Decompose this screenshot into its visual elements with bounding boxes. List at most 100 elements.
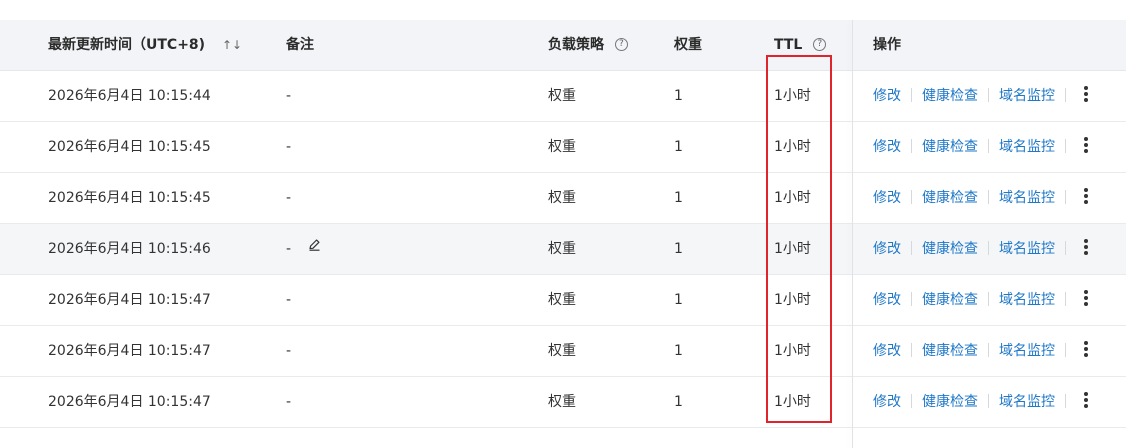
table-row: 2026年6月4日 10:15:47 - 权重 1 1小时 修改 健康检查 域名监控 [0,326,1126,377]
cell-note: - [286,292,292,308]
help-circle-icon[interactable]: ? [614,37,628,51]
cell-operations: 修改 健康检查 域名监控 [873,224,1088,274]
header-ttl-label: TTL [774,37,803,53]
header-operations: 操作 [873,37,901,53]
edit-link[interactable]: 修改 [873,190,901,206]
health-check-link[interactable]: 健康检查 [922,139,978,155]
health-check-link[interactable]: 健康检查 [922,292,978,308]
separator [1065,88,1066,102]
cell-note: - [286,190,292,206]
cell-update-time: 2026年6月4日 10:15:44 [48,88,211,104]
separator [1065,343,1066,357]
cell-weight: 1 [674,343,683,359]
cell-update-time: 2026年6月4日 10:15:45 [48,190,211,206]
cell-operations: 修改 健康检查 域名监控 [873,173,1088,223]
cell-ttl: 1小时 [774,190,811,206]
cell-operations: 修改 健康检查 域名监控 [873,122,1088,172]
cell-load-policy: 权重 [548,343,576,359]
pencil-icon[interactable] [308,222,321,272]
more-vertical-icon[interactable] [1084,239,1088,255]
edit-link[interactable]: 修改 [873,88,901,104]
table-row: 2026年6月4日 10:15:47 - 权重 1 1小时 修改 健康检查 域名监控 [0,275,1126,326]
separator [988,343,989,357]
cell-note: - [286,88,292,104]
separator [988,190,989,204]
domain-monitor-link[interactable]: 域名监控 [999,292,1055,308]
separator [911,394,912,408]
separator [911,190,912,204]
separator [911,88,912,102]
domain-monitor-link[interactable]: 域名监控 [999,343,1055,359]
separator [988,88,989,102]
cell-load-policy: 权重 [548,190,576,206]
cell-weight: 1 [674,292,683,308]
records-table: 最新更新时间（UTC+8) ↑↓ 备注 负载策略 ? 权重 TTL ? 操作 2… [0,20,1126,428]
health-check-link[interactable]: 健康检查 [922,241,978,257]
cell-ttl: 1小时 [774,139,811,155]
table-header: 最新更新时间（UTC+8) ↑↓ 备注 负载策略 ? 权重 TTL ? 操作 [0,20,1126,71]
cell-ttl: 1小时 [774,241,811,257]
more-vertical-icon[interactable] [1084,290,1088,306]
more-vertical-icon[interactable] [1084,188,1088,204]
cell-update-time: 2026年6月4日 10:15:46 [48,241,211,257]
cell-weight: 1 [674,241,683,257]
cell-load-policy: 权重 [548,292,576,308]
separator [988,241,989,255]
domain-monitor-link[interactable]: 域名监控 [999,88,1055,104]
domain-monitor-link[interactable]: 域名监控 [999,394,1055,410]
domain-monitor-link[interactable]: 域名监控 [999,190,1055,206]
sort-icon[interactable]: ↑↓ [222,38,242,52]
cell-load-policy: 权重 [548,241,576,257]
edit-link[interactable]: 修改 [873,241,901,257]
cell-update-time: 2026年6月4日 10:15:47 [48,343,211,359]
separator [988,394,989,408]
edit-link[interactable]: 修改 [873,394,901,410]
table-row: 2026年6月4日 10:15:44 - 权重 1 1小时 修改 健康检查 域名监控 [0,71,1126,122]
header-ttl: TTL ? [774,20,827,70]
more-vertical-icon[interactable] [1084,86,1088,102]
table-row: 2026年6月4日 10:15:47 - 权重 1 1小时 修改 健康检查 域名监控 [0,377,1126,428]
cell-note: - [286,343,292,359]
separator [988,139,989,153]
separator [911,139,912,153]
separator [988,292,989,306]
cell-update-time: 2026年6月4日 10:15:47 [48,394,211,410]
cell-update-time: 2026年6月4日 10:15:47 [48,292,211,308]
dns-records-table-page: 最新更新时间（UTC+8) ↑↓ 备注 负载策略 ? 权重 TTL ? 操作 2… [0,0,1126,448]
health-check-link[interactable]: 健康检查 [922,343,978,359]
cell-ttl: 1小时 [774,88,811,104]
cell-note: - [286,224,321,274]
header-load-policy: 负载策略 ? [548,20,628,70]
top-spacing [0,0,1126,20]
cell-operations: 修改 健康检查 域名监控 [873,326,1088,376]
edit-link[interactable]: 修改 [873,139,901,155]
table-row: 2026年6月4日 10:15:45 - 权重 1 1小时 修改 健康检查 域名监控 [0,173,1126,224]
health-check-link[interactable]: 健康检查 [922,88,978,104]
operations-column-divider [852,20,853,448]
health-check-link[interactable]: 健康检查 [922,190,978,206]
header-note: 备注 [286,37,314,53]
header-update-time[interactable]: 最新更新时间（UTC+8) ↑↓ [48,20,242,70]
separator [911,292,912,306]
separator [1065,394,1066,408]
help-circle-icon[interactable]: ? [813,37,827,51]
domain-monitor-link[interactable]: 域名监控 [999,241,1055,257]
cell-operations: 修改 健康检查 域名监控 [873,275,1088,325]
cell-update-time: 2026年6月4日 10:15:45 [48,139,211,155]
header-weight: 权重 [674,37,702,53]
cell-weight: 1 [674,394,683,410]
cell-weight: 1 [674,190,683,206]
table-row: 2026年6月4日 10:15:45 - 权重 1 1小时 修改 健康检查 域名监控 [0,122,1126,173]
cell-weight: 1 [674,88,683,104]
more-vertical-icon[interactable] [1084,137,1088,153]
separator [1065,139,1066,153]
more-vertical-icon[interactable] [1084,392,1088,408]
more-vertical-icon[interactable] [1084,341,1088,357]
cell-load-policy: 权重 [548,88,576,104]
domain-monitor-link[interactable]: 域名监控 [999,139,1055,155]
cell-load-policy: 权重 [548,139,576,155]
health-check-link[interactable]: 健康检查 [922,394,978,410]
edit-link[interactable]: 修改 [873,343,901,359]
edit-link[interactable]: 修改 [873,292,901,308]
separator [1065,241,1066,255]
